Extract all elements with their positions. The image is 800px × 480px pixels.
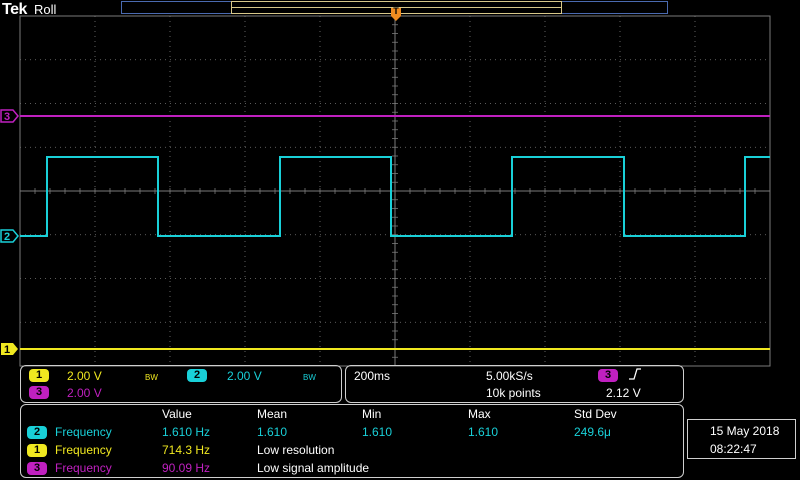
channel-1-badge[interactable]: 1 <box>29 369 49 382</box>
channel-2-bandwidth-flag: BW <box>303 373 316 382</box>
channel-3-badge[interactable]: 3 <box>29 386 49 399</box>
measurement-header-min: Min <box>362 407 382 421</box>
channel-3-marker[interactable]: 3 <box>0 109 19 123</box>
measurement-std-dev: 249.6μ <box>574 425 611 439</box>
datetime-display: 15 May 2018 08:22:47 <box>687 419 796 459</box>
channel-2-marker[interactable]: 2 <box>0 229 19 243</box>
channel-1-bandwidth-flag: BW <box>145 373 158 382</box>
trigger-position-marker[interactable]: T <box>391 6 401 21</box>
channel-3-scale: 2.00 V <box>67 386 102 400</box>
measurement-min: 1.610 <box>362 425 393 439</box>
measurement-header-std-dev: Std Dev <box>574 407 617 421</box>
time-label: 08:22:47 <box>710 442 757 456</box>
measurement-name: Frequency <box>55 461 112 475</box>
measurement-channel-3-badge: 3 <box>27 462 47 475</box>
measurement-note: Low resolution <box>257 443 335 457</box>
channel-1-marker[interactable]: 1 <box>1 343 18 356</box>
measurement-header-max: Max <box>468 407 491 421</box>
svg-text:1: 1 <box>4 344 10 356</box>
channel-settings-panel[interactable]: 1 2.00 V BW 2 2.00 V BW 3 2.00 V <box>20 365 342 403</box>
sample-rate: 5.00kS/s <box>486 369 533 383</box>
channel-2-badge[interactable]: 2 <box>187 369 207 382</box>
record-length: 10k points <box>486 386 541 400</box>
measurement-value: 90.09 Hz <box>162 461 211 475</box>
measurements-panel[interactable]: Value Mean Min Max Std Dev 2 Frequency 1… <box>20 404 684 478</box>
measurement-channel-1-badge: 1 <box>27 444 47 457</box>
svg-text:3: 3 <box>4 111 10 123</box>
svg-text:2: 2 <box>4 231 10 243</box>
channel-2-scale: 2.00 V <box>227 369 262 383</box>
measurement-channel-2-badge: 2 <box>27 426 47 439</box>
graticule-grid <box>19 15 771 367</box>
svg-text:T: T <box>393 6 399 16</box>
measurement-max: 1.610 <box>468 425 499 439</box>
date-label: 15 May 2018 <box>710 424 780 438</box>
measurement-value: 1.610 Hz <box>162 425 211 439</box>
trigger-source-badge[interactable]: 3 <box>598 369 618 382</box>
measurement-name: Frequency <box>55 425 112 439</box>
channel-1-scale: 2.00 V <box>67 369 102 383</box>
timebase-trigger-panel[interactable]: 200ms 5.00kS/s 10k points 3 2.12 V <box>345 365 684 403</box>
measurement-mean: 1.610 <box>257 425 288 439</box>
measurement-name: Frequency <box>55 443 112 457</box>
measurement-header-value: Value <box>162 407 192 421</box>
measurement-value: 714.3 Hz <box>162 443 211 457</box>
measurement-note: Low signal amplitude <box>257 461 370 475</box>
trigger-level: 2.12 V <box>606 386 641 400</box>
time-per-division: 200ms <box>354 369 391 383</box>
measurement-header-mean: Mean <box>257 407 288 421</box>
rising-edge-icon <box>628 367 642 384</box>
